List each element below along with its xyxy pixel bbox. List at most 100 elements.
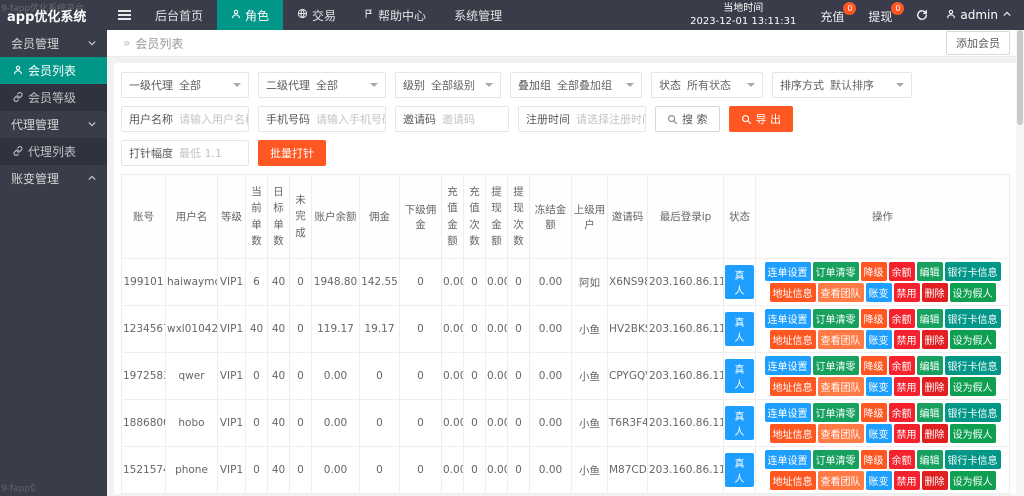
refresh-icon[interactable] [906,9,938,21]
status-real-button[interactable]: 真人 [725,265,754,299]
action-button[interactable]: 设为假人 [949,283,996,302]
action-button[interactable]: 银行卡信息 [944,403,1001,422]
action-button[interactable]: 账变 [865,424,892,443]
filter-input-4[interactable]: 注册时间请选择注册时间 [518,106,646,132]
action-button[interactable]: 连单设置 [764,356,811,375]
action-button[interactable]: 订单清零 [812,309,859,328]
sidebar-item[interactable]: 会员等级 [0,84,107,111]
action-button[interactable]: 订单清零 [812,450,859,469]
action-button[interactable]: 删除 [921,424,948,443]
action-button[interactable]: 设为假人 [949,424,996,443]
filter-input-2[interactable]: 手机号码请输入手机号码 [258,106,386,132]
action-button[interactable]: 连单设置 [764,309,811,328]
sidebar-item[interactable]: 会员列表 [0,57,107,84]
status-real-button[interactable]: 真人 [725,312,754,346]
nav-item-5[interactable]: 系统管理 [440,0,516,30]
batch-needle-button[interactable]: 批量打针 [258,140,326,166]
action-button[interactable]: 订单清零 [812,403,859,422]
action-button[interactable]: 降级 [860,262,887,281]
action-button[interactable]: 禁用 [893,471,920,490]
action-button[interactable]: 银行卡信息 [944,450,1001,469]
action-button[interactable]: 余额 [888,356,915,375]
action-button[interactable]: 降级 [860,356,887,375]
nav-item-1[interactable]: 后台首页 [141,0,217,30]
filter-select-3[interactable]: 级别 全部级别 [395,72,501,98]
withdraw-nav-button[interactable]: 提现 0 [858,1,906,25]
filter-select-4[interactable]: 叠加组 全部叠加组 [510,72,642,98]
action-button[interactable]: 账变 [865,283,892,302]
content: 一级代理 全部 二级代理 全部 级别 全部级别 叠加组 全部叠加组 状态 所有状态 排序方式 默认排序… [107,57,1024,494]
user-menu[interactable]: admin [938,8,1024,22]
action-button[interactable]: 设为假人 [949,471,996,490]
action-button[interactable]: 连单设置 [764,403,811,422]
needle-amplitude-input[interactable]: 打针幅度 最低 1.1 [121,140,249,166]
action-button[interactable]: 账变 [865,377,892,396]
action-button[interactable]: 查看团队 [817,283,864,302]
status-real-button[interactable]: 真人 [725,406,754,440]
action-button[interactable]: 订单清零 [812,356,859,375]
filter-select-2[interactable]: 二级代理 全部 [258,72,386,98]
menu-toggle-icon[interactable] [107,0,141,30]
action-button[interactable]: 银行卡信息 [944,356,1001,375]
action-button[interactable]: 设为假人 [949,330,996,349]
action-button[interactable]: 余额 [888,403,915,422]
action-button[interactable]: 编辑 [916,403,943,422]
action-button[interactable]: 账变 [865,471,892,490]
action-button[interactable]: 编辑 [916,356,943,375]
export-button[interactable]: 导 出 [728,106,793,132]
status-real-button[interactable]: 真人 [725,359,754,393]
action-button[interactable]: 编辑 [916,450,943,469]
sidebar-group-3[interactable]: 账变管理 [0,165,107,192]
action-button[interactable]: 编辑 [916,309,943,328]
action-button[interactable]: 连单设置 [764,262,811,281]
action-button[interactable]: 设为假人 [949,377,996,396]
action-button[interactable]: 账变 [865,330,892,349]
vertical-scrollbar[interactable] [1016,30,1024,496]
action-button[interactable]: 降级 [860,309,887,328]
action-button[interactable]: 降级 [860,450,887,469]
nav-item-2[interactable]: 角色 [217,0,284,30]
action-button[interactable]: 余额 [888,450,915,469]
action-button[interactable]: 地址信息 [769,471,816,490]
action-button[interactable]: 禁用 [893,377,920,396]
sidebar-group-2[interactable]: 代理管理 [0,111,107,138]
action-button[interactable]: 编辑 [916,262,943,281]
action-button[interactable]: 查看团队 [817,330,864,349]
action-button[interactable]: 地址信息 [769,377,816,396]
action-button[interactable]: 查看团队 [817,471,864,490]
action-button[interactable]: 地址信息 [769,283,816,302]
action-button[interactable]: 连单设置 [764,450,811,469]
action-button[interactable]: 地址信息 [769,330,816,349]
action-button[interactable]: 余额 [888,262,915,281]
action-button[interactable]: 禁用 [893,283,920,302]
scrollbar-thumb[interactable] [1017,30,1023,125]
action-button[interactable]: 余额 [888,309,915,328]
action-button[interactable]: 查看团队 [817,424,864,443]
action-button[interactable]: 查看团队 [817,377,864,396]
action-button[interactable]: 禁用 [893,424,920,443]
recharge-nav-button[interactable]: 充值 0 [810,1,858,25]
action-button[interactable]: 禁用 [893,330,920,349]
table-cell: 0.00 [441,399,464,447]
nav-item-3[interactable]: 交易 [283,0,350,30]
action-button[interactable]: 订单清零 [812,262,859,281]
filter-input-3[interactable]: 邀请码 邀请码 [395,106,509,132]
filter-select-6[interactable]: 排序方式 默认排序 [772,72,912,98]
filter-select-5[interactable]: 状态 所有状态 [651,72,763,98]
action-button[interactable]: 删除 [921,377,948,396]
filter-input-1[interactable]: 用户名称请输入用户名称 [121,106,249,132]
add-member-button[interactable]: 添加会员 [946,31,1010,55]
action-button[interactable]: 银行卡信息 [944,262,1001,281]
action-button[interactable]: 降级 [860,403,887,422]
filter-select-1[interactable]: 一级代理 全部 [121,72,249,98]
status-real-button[interactable]: 真人 [725,453,754,487]
sidebar-item[interactable]: 代理列表 [0,138,107,165]
action-button[interactable]: 删除 [921,330,948,349]
action-button[interactable]: 删除 [921,471,948,490]
sidebar-group-1[interactable]: 会员管理 [0,30,107,57]
action-button[interactable]: 银行卡信息 [944,309,1001,328]
action-button[interactable]: 地址信息 [769,424,816,443]
search-button[interactable]: 搜 索 [655,106,720,132]
nav-item-4[interactable]: 帮助中心 [350,0,440,30]
action-button[interactable]: 删除 [921,283,948,302]
